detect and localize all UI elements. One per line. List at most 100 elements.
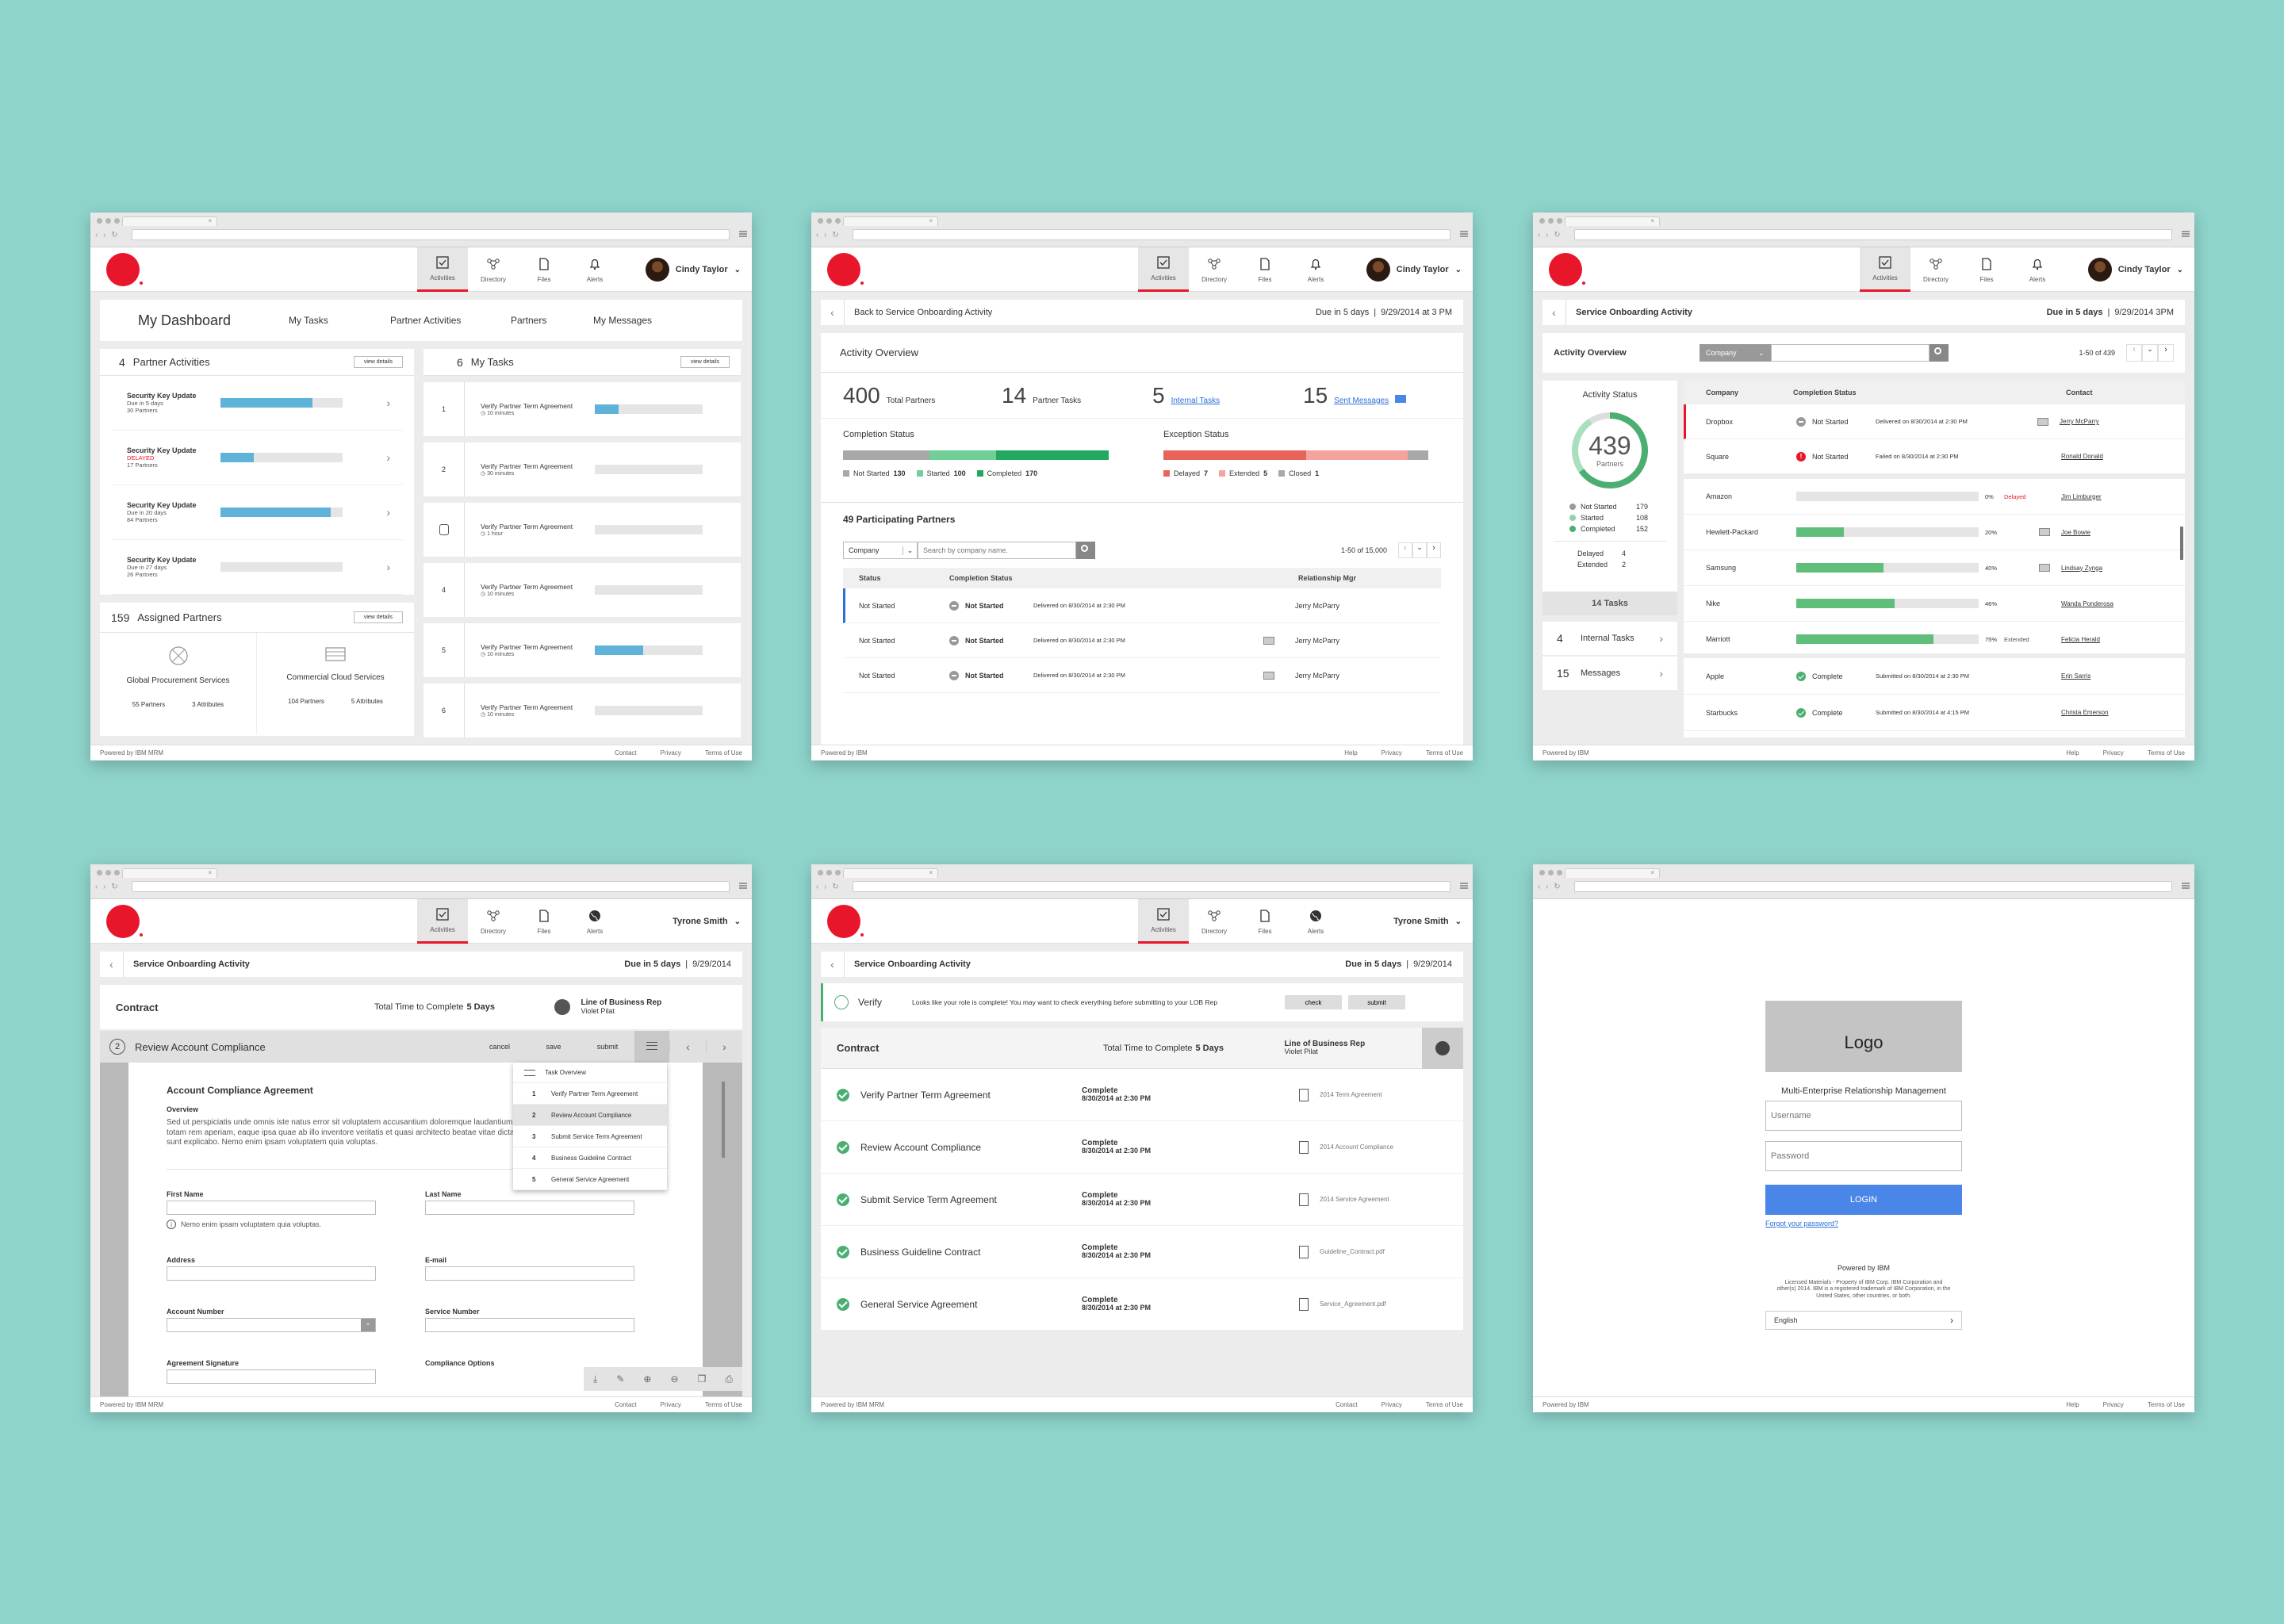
browser-nav-icons[interactable]: ‹ › ↻: [816, 883, 841, 891]
nav-activities[interactable]: Activities: [417, 899, 468, 944]
menu-item[interactable]: 2 Review Account Compliance: [513, 1105, 667, 1126]
footer-link[interactable]: Privacy: [1382, 749, 1402, 756]
brand-logo[interactable]: [106, 905, 143, 938]
nav-alerts[interactable]: Alerts: [569, 899, 620, 944]
view-details-button[interactable]: view details: [353, 356, 403, 368]
service-number-input[interactable]: [425, 1317, 634, 1332]
cancel-button[interactable]: cancel: [473, 1043, 527, 1051]
address-input[interactable]: [167, 1266, 376, 1281]
address-bar[interactable]: [132, 229, 730, 240]
email-input[interactable]: [425, 1266, 634, 1281]
back-chevron-icon[interactable]: ‹: [821, 952, 845, 977]
tasks-count[interactable]: 14 Tasks: [1542, 592, 1677, 615]
stat-label[interactable]: Internal Tasks: [1171, 396, 1221, 405]
footer-link[interactable]: Terms of Use: [705, 1401, 742, 1408]
username-input[interactable]: [1765, 1101, 1962, 1131]
footer-link[interactable]: Help: [2066, 1401, 2079, 1408]
nav-alerts[interactable]: Alerts: [1290, 899, 1341, 944]
check-button[interactable]: check: [1285, 995, 1342, 1009]
pencil-icon[interactable]: ✎: [616, 1373, 624, 1385]
user-menu[interactable]: Cindy Taylor ⌄: [2087, 247, 2183, 292]
contract-item[interactable]: Review Account Compliance Complete 8/30/20…: [821, 1121, 1463, 1174]
task-item[interactable]: 5 Verify Partner Term Agreement ◷ 10 minut…: [423, 623, 741, 677]
save-button[interactable]: save: [527, 1043, 581, 1051]
footer-link[interactable]: Terms of Use: [2148, 1401, 2185, 1408]
tab-my-dashboard[interactable]: My Dashboard: [138, 312, 289, 329]
user-menu[interactable]: Tyrone Smith ⌄: [673, 899, 741, 944]
activity-item[interactable]: Security Key Update Due in 5 days 30 Partn…: [111, 376, 403, 431]
brand-logo[interactable]: [827, 253, 864, 286]
browser-menu-icon[interactable]: [1460, 883, 1468, 889]
overview-stat[interactable]: 5 Internal Tasks: [1152, 383, 1303, 408]
nav-activities[interactable]: Activities: [1860, 247, 1910, 292]
browser-menu-icon[interactable]: [739, 231, 747, 237]
menu-item[interactable]: 5 General Service Agreement: [513, 1169, 667, 1190]
back-chevron-icon[interactable]: ‹: [1542, 300, 1566, 325]
password-input[interactable]: [1765, 1141, 1962, 1171]
last-name-input[interactable]: [425, 1200, 634, 1215]
tab-my-tasks[interactable]: My Tasks: [289, 315, 390, 326]
document-scrollbar[interactable]: [722, 1082, 725, 1158]
brand-logo[interactable]: [1549, 253, 1585, 286]
table-row[interactable]: Not Started Not Started Delivered on 8/30/…: [843, 623, 1441, 658]
nav-files[interactable]: Files: [1240, 247, 1290, 292]
nav-alerts[interactable]: Alerts: [569, 247, 620, 292]
browser-tab[interactable]: ×: [1565, 216, 1660, 226]
company-filter-select[interactable]: Company ⌄: [1700, 344, 1771, 362]
search-icon[interactable]: [1930, 344, 1949, 362]
browser-tab[interactable]: ×: [843, 216, 938, 226]
user-menu[interactable]: Cindy Taylor ⌄: [645, 247, 741, 292]
contract-item[interactable]: General Service Agreement Complete 8/30/20…: [821, 1278, 1463, 1331]
browser-menu-icon[interactable]: [2182, 231, 2190, 237]
contract-item[interactable]: Business Guideline Contract Complete 8/30/…: [821, 1226, 1463, 1278]
footer-link[interactable]: Terms of Use: [705, 749, 742, 756]
task-menu-icon[interactable]: [634, 1031, 669, 1063]
browser-nav-icons[interactable]: ‹ › ↻: [1538, 231, 1562, 239]
nav-directory[interactable]: Directory: [468, 899, 519, 944]
next-page-button[interactable]: ›: [1427, 542, 1441, 558]
internal-tasks-link[interactable]: 4 Internal Tasks ›: [1542, 622, 1677, 655]
nav-directory[interactable]: Directory: [1189, 247, 1240, 292]
next-step-button[interactable]: ›: [706, 1040, 742, 1053]
page-dropdown-button[interactable]: ⌄: [2142, 344, 2158, 362]
nav-directory[interactable]: Directory: [1910, 247, 1961, 292]
tab-my-messages[interactable]: My Messages: [593, 315, 652, 326]
browser-nav-icons[interactable]: ‹ › ↻: [1538, 883, 1562, 891]
browser-tab[interactable]: ×: [122, 216, 217, 226]
window-controls[interactable]: [97, 218, 120, 224]
browser-nav-icons[interactable]: ‹ › ↻: [95, 883, 120, 891]
brand-logo[interactable]: [106, 253, 143, 286]
browser-tab[interactable]: ×: [1565, 868, 1660, 878]
footer-link[interactable]: Privacy: [661, 1401, 681, 1408]
table-row[interactable]: Samsung 40% Lindsay Zynga: [1684, 550, 2185, 586]
back-link[interactable]: Back to Service Onboarding Activity: [854, 308, 1316, 317]
menu-item[interactable]: 3 Submit Service Term Agreement: [513, 1126, 667, 1147]
table-row[interactable]: Marriott 75% Extended Felicia Herald: [1684, 622, 2185, 657]
mail-icon[interactable]: [1263, 636, 1274, 645]
footer-link[interactable]: Contact: [615, 1401, 637, 1408]
contract-item[interactable]: Submit Service Term Agreement Complete 8/3…: [821, 1174, 1463, 1226]
search-input[interactable]: [1771, 344, 1930, 362]
table-row[interactable]: Not Started Not Started Delivered on 8/30/…: [843, 588, 1441, 623]
browser-menu-icon[interactable]: [1460, 231, 1468, 237]
zoom-out-icon[interactable]: ⊖: [670, 1373, 678, 1385]
footer-link[interactable]: Contact: [615, 749, 637, 756]
prev-page-button[interactable]: ‹: [2126, 344, 2142, 362]
nav-files[interactable]: Files: [519, 247, 569, 292]
browser-nav-icons[interactable]: ‹ › ↻: [95, 231, 120, 239]
back-chevron-icon[interactable]: ‹: [100, 952, 124, 977]
tab-partner-activities[interactable]: Partner Activities: [390, 315, 511, 326]
view-details-button[interactable]: view details: [353, 611, 403, 623]
login-button[interactable]: LOGIN: [1765, 1185, 1962, 1215]
back-chevron-icon[interactable]: ‹: [821, 300, 845, 325]
view-details-button[interactable]: view details: [680, 356, 730, 368]
nav-files[interactable]: Files: [1240, 899, 1290, 944]
address-bar[interactable]: [132, 881, 730, 892]
message-icon[interactable]: [1422, 1027, 1463, 1069]
company-filter-select[interactable]: Company ⌄: [843, 542, 918, 559]
menu-task-overview[interactable]: Task Overview: [513, 1063, 667, 1083]
browser-tab[interactable]: ×: [122, 868, 217, 878]
download-icon[interactable]: ⤓: [593, 1373, 597, 1385]
user-menu[interactable]: Tyrone Smith ⌄: [1393, 899, 1462, 944]
nav-activities[interactable]: Activities: [1138, 899, 1189, 944]
